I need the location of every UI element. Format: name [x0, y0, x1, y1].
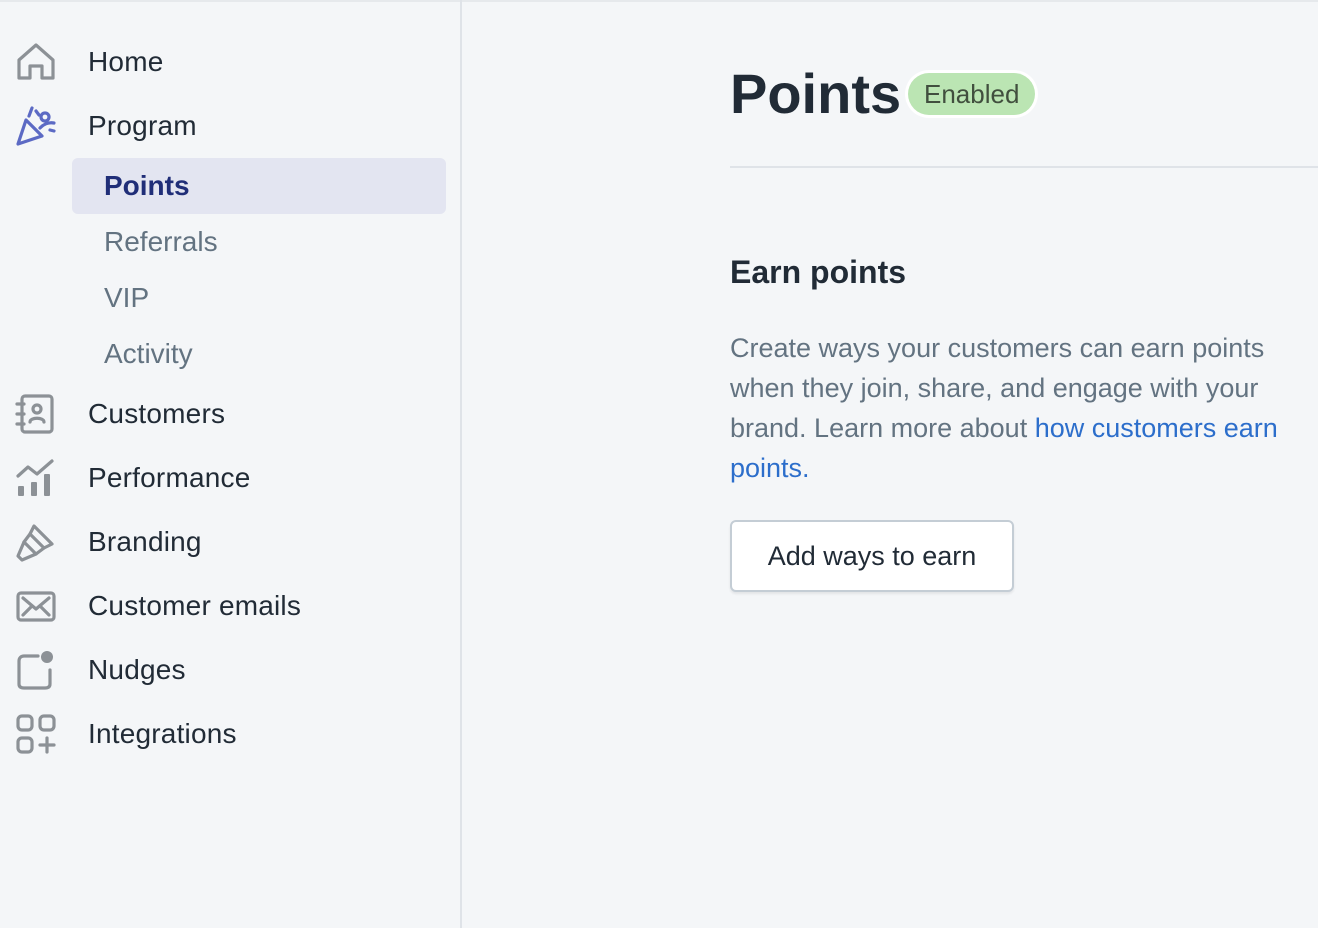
sidebar-item-label: Nudges [88, 654, 186, 685]
sidebar-item-label: Integrations [88, 718, 237, 749]
section-title: Earn points [730, 254, 907, 290]
add-ways-to-earn-button[interactable]: Add ways to earn [730, 520, 1014, 592]
sidebar-subitem-points[interactable]: Points [72, 158, 446, 214]
main-content: Points Enabled Earn points Create ways y… [464, 0, 1318, 928]
sidebar-item-label: Branding [88, 526, 202, 557]
apps-icon [14, 712, 58, 756]
app-window: Home Program Points Referrals VIP Activi… [0, 0, 1318, 928]
section-description: Create ways your customers can earn poin… [730, 328, 1290, 488]
sidebar-item-home[interactable]: Home [0, 34, 446, 90]
page-title: Points [730, 62, 902, 125]
sidebar-item-performance[interactable]: Performance [0, 450, 446, 506]
email-icon [14, 584, 58, 628]
sidebar-subitem-referrals[interactable]: Referrals [72, 214, 446, 270]
analytics-icon [14, 456, 58, 500]
home-icon [14, 40, 58, 84]
notification-icon [14, 648, 58, 692]
sidebar-item-label: Customers [88, 398, 226, 429]
sidebar-subitem-vip[interactable]: VIP [72, 270, 446, 326]
sidebar-item-customer-emails[interactable]: Customer emails [0, 578, 446, 634]
sidebar-item-label: Home [88, 46, 164, 77]
sidebar-subitem-label: Activity [104, 338, 193, 369]
sidebar-item-branding[interactable]: Branding [0, 514, 446, 570]
sidebar-item-label: Performance [88, 462, 251, 493]
sidebar-subitem-label: Points [104, 170, 190, 201]
status-badge: Enabled [908, 73, 1036, 115]
sidebar-item-label: Customer emails [88, 590, 302, 621]
sidebar-item-integrations[interactable]: Integrations [0, 706, 446, 762]
sidebar-subitem-activity[interactable]: Activity [72, 326, 446, 382]
sidebar: Home Program Points Referrals VIP Activi… [0, 0, 462, 928]
party-popper-icon [14, 104, 58, 148]
divider [730, 166, 1318, 168]
sidebar-subitem-label: Referrals [104, 226, 218, 257]
paint-brush-icon [14, 520, 58, 564]
sidebar-subitem-label: VIP [104, 282, 150, 313]
sidebar-item-customers[interactable]: Customers [0, 386, 446, 442]
sidebar-item-label: Program [88, 110, 197, 141]
contacts-icon [14, 392, 58, 436]
sidebar-item-program[interactable]: Program [0, 98, 446, 154]
sidebar-item-nudges[interactable]: Nudges [0, 642, 446, 698]
